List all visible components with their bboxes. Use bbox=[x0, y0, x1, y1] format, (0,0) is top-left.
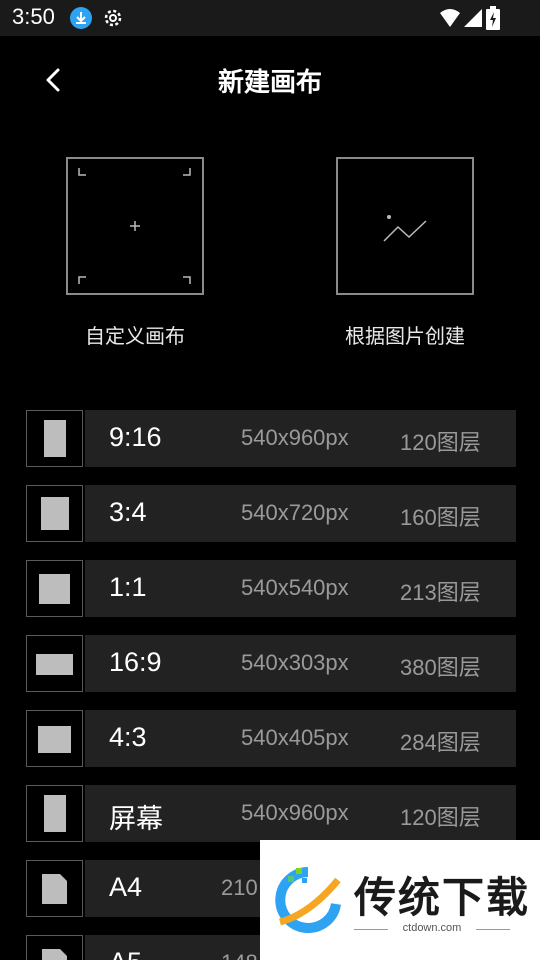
preset-ratio: A4 bbox=[109, 872, 143, 902]
portrait-3-4-icon bbox=[26, 485, 83, 542]
wifi-icon bbox=[440, 9, 460, 27]
preset-ratio: 屏幕 bbox=[109, 804, 163, 834]
preset-size: 540x960px bbox=[241, 800, 349, 825]
preset-ratio: 9:16 bbox=[109, 422, 162, 452]
custom-canvas-label: 自定义画布 bbox=[85, 324, 185, 348]
document-icon bbox=[26, 860, 83, 917]
document-icon bbox=[26, 935, 83, 960]
gear-icon bbox=[104, 9, 122, 27]
preset-ratio: 16:9 bbox=[109, 647, 162, 677]
preset-size: 540x960px bbox=[241, 425, 349, 450]
landscape-4-3-icon bbox=[26, 710, 83, 767]
preset-layers: 380图层 bbox=[400, 655, 481, 680]
watermark: 传统下载 ctdown.com bbox=[260, 840, 540, 960]
cell-signal-icon bbox=[464, 9, 482, 27]
preset-layers: 120图层 bbox=[400, 805, 481, 830]
preset-layers: 284图层 bbox=[400, 730, 481, 755]
image-chart-icon bbox=[383, 215, 427, 242]
preset-size: 148 bbox=[221, 950, 258, 960]
page-title: 新建画布 bbox=[217, 68, 322, 98]
preset-row-9-16[interactable]: 9:16 540x960px 120图层 bbox=[26, 410, 516, 467]
preset-row-16-9[interactable]: 16:9 540x303px 380图层 bbox=[26, 635, 516, 692]
preset-layers: 120图层 bbox=[400, 430, 481, 455]
preset-row-screen[interactable]: 屏幕 540x960px 120图层 bbox=[26, 785, 516, 842]
square-icon bbox=[26, 560, 83, 617]
custom-canvas-button[interactable] bbox=[66, 157, 204, 295]
preset-row-1-1[interactable]: 1:1 540x540px 213图层 bbox=[26, 560, 516, 617]
preset-size: 540x303px bbox=[241, 650, 349, 675]
portrait-icon bbox=[26, 410, 83, 467]
portrait-icon bbox=[26, 785, 83, 842]
status-time: 3:50 bbox=[12, 4, 55, 29]
preset-row-4-3[interactable]: 4:3 540x405px 284图层 bbox=[26, 710, 516, 767]
watermark-brand: 传统下载 bbox=[354, 873, 531, 922]
preset-size: 540x405px bbox=[241, 725, 349, 750]
preset-size: 540x720px bbox=[241, 500, 349, 525]
preset-ratio: 1:1 bbox=[109, 572, 147, 602]
status-bar: 3:50 bbox=[0, 0, 540, 36]
battery-icon bbox=[486, 6, 500, 30]
preset-layers: 213图层 bbox=[400, 580, 481, 605]
preset-ratio: 4:3 bbox=[109, 722, 147, 752]
download-icon bbox=[70, 7, 92, 29]
from-image-label: 根据图片创建 bbox=[345, 324, 465, 348]
preset-ratio: A5 bbox=[109, 947, 142, 960]
preset-size: 210 bbox=[221, 875, 258, 900]
preset-size: 540x540px bbox=[241, 575, 349, 600]
from-image-button[interactable] bbox=[336, 157, 474, 295]
watermark-logo-icon bbox=[275, 867, 341, 933]
preset-ratio: 3:4 bbox=[109, 497, 147, 527]
crop-corners-icon bbox=[78, 168, 191, 284]
preset-row-3-4[interactable]: 3:4 540x720px 160图层 bbox=[26, 485, 516, 542]
landscape-icon bbox=[26, 635, 83, 692]
preset-layers: 160图层 bbox=[400, 505, 481, 530]
watermark-url: ctdown.com bbox=[402, 922, 462, 934]
